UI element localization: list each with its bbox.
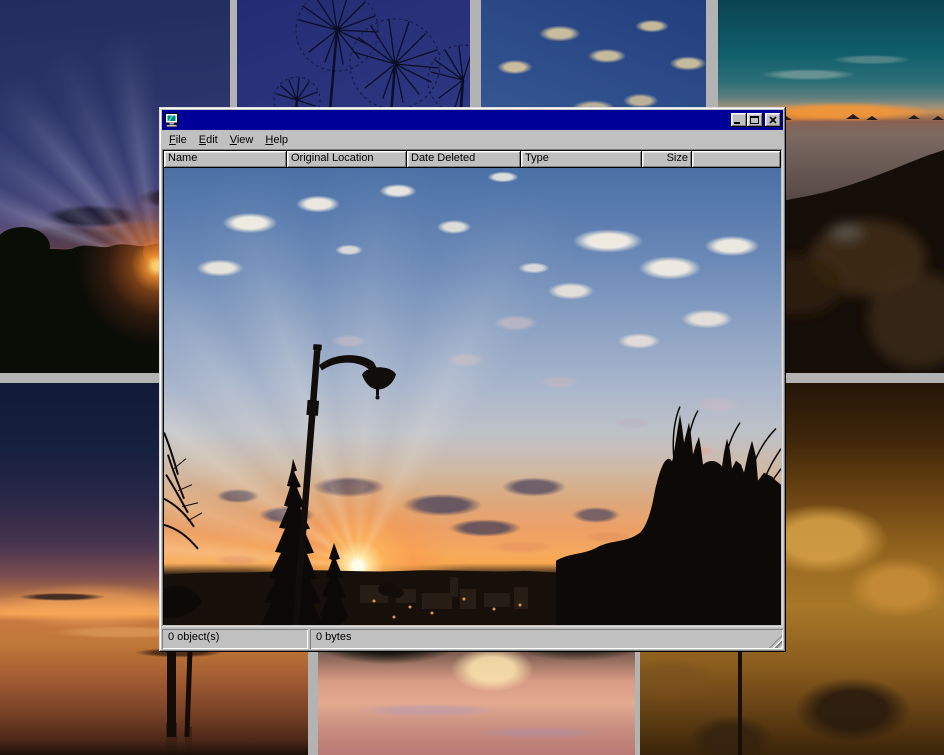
file-list-view[interactable]: Name Original Location Date Deleted Type… (162, 149, 783, 627)
status-bytes: 0 bytes (310, 629, 783, 649)
desktop: { "window": { "title": "", "titlebar_col… (0, 0, 944, 755)
column-header-row: Name Original Location Date Deleted Type… (164, 151, 781, 168)
menu-view[interactable]: View (224, 132, 260, 148)
maximize-button[interactable] (747, 113, 763, 127)
pole-reflection (166, 723, 177, 755)
close-button[interactable] (765, 113, 781, 127)
window-controls (731, 113, 781, 127)
column-header-size[interactable]: Size (642, 151, 692, 168)
silhouettes-overlay (164, 168, 781, 625)
thin-pole (738, 638, 742, 755)
titlebar[interactable] (162, 110, 783, 130)
column-header-name[interactable]: Name (164, 151, 287, 168)
minimize-button[interactable] (731, 113, 747, 127)
menu-bar: File Edit View Help (162, 130, 783, 149)
column-header-type[interactable]: Type (521, 151, 642, 168)
maximize-icon (750, 116, 759, 124)
status-objects: 0 object(s) (162, 629, 308, 649)
water-pole (184, 649, 192, 737)
minimize-icon (734, 122, 740, 124)
computer-monitor-icon[interactable] (164, 112, 180, 128)
column-header-original-location[interactable]: Original Location (287, 151, 407, 168)
menu-file[interactable]: File (163, 132, 193, 148)
menu-help[interactable]: Help (259, 132, 294, 148)
list-background-photo[interactable] (164, 168, 781, 625)
close-icon (765, 113, 781, 127)
pole-reflection (185, 727, 192, 755)
status-bytes-label: 0 bytes (316, 631, 351, 643)
status-bar: 0 object(s) 0 bytes (162, 629, 783, 649)
column-header-date-deleted[interactable]: Date Deleted (407, 151, 521, 168)
recycle-bin-window: File Edit View Help Name Original Locati… (159, 107, 786, 652)
column-header-blank[interactable] (692, 151, 781, 168)
menu-edit[interactable]: Edit (193, 132, 224, 148)
resize-grip-icon[interactable] (769, 635, 782, 648)
